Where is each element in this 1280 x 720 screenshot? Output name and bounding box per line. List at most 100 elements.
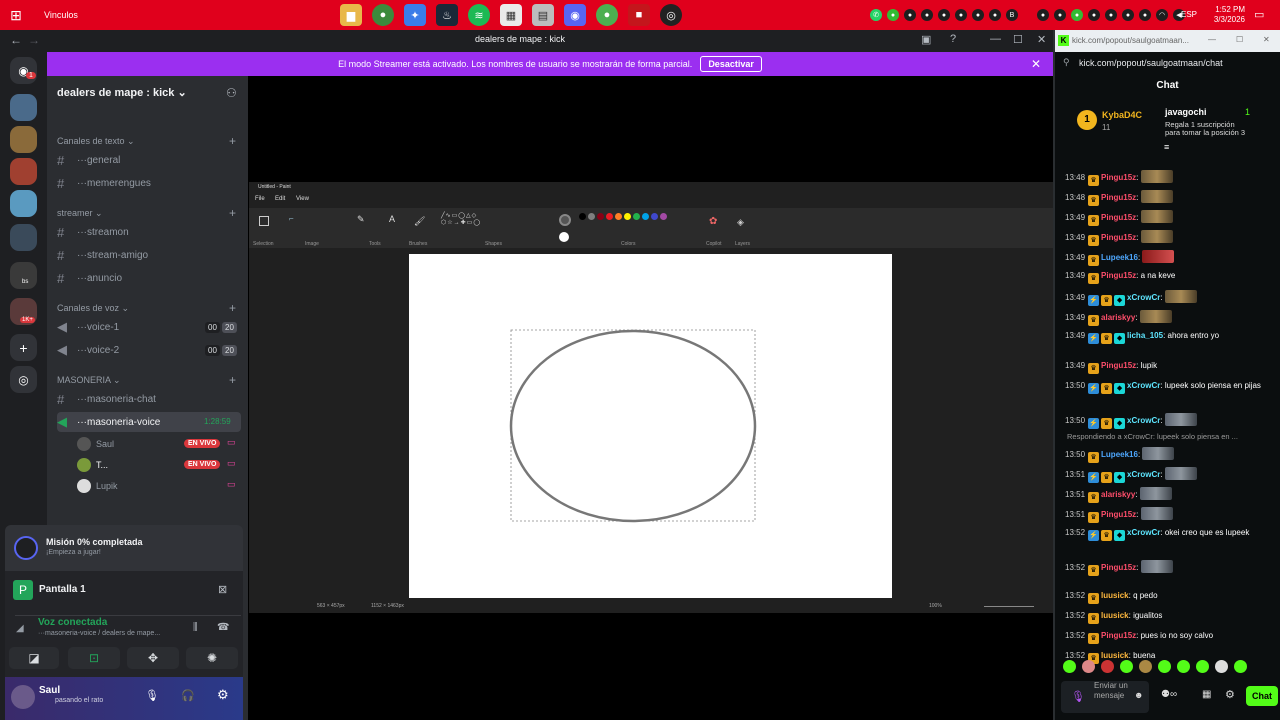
chat-message[interactable]: 13:49 ♛ Pingu15z: a na keve: [1065, 270, 1275, 284]
pencil-icon[interactable]: ✎: [357, 214, 365, 225]
message-username[interactable]: Pingu15z: [1101, 213, 1136, 222]
chat-message[interactable]: 13:49 ♛ Pingu15z:: [1065, 210, 1275, 226]
chat-message[interactable]: 13:49 ♛ Lupeek16:: [1065, 250, 1275, 266]
message-username[interactable]: Pingu15z: [1101, 510, 1136, 519]
app-red-icon[interactable]: ■: [628, 4, 650, 26]
chat-message[interactable]: 13:48 ♛ Pingu15z:: [1065, 190, 1275, 206]
chat-message[interactable]: 13:49 ⚡ ♛ ◆ xCrowCr:: [1065, 290, 1275, 306]
color-primary[interactable]: [559, 214, 571, 226]
channel-memerengues[interactable]: # ···memerengues: [57, 173, 241, 193]
add-channel-icon[interactable]: +: [229, 373, 236, 387]
voice-connected-label[interactable]: Voz conectada: [38, 617, 107, 628]
invite-icon[interactable]: ⚇: [226, 86, 237, 100]
message-username[interactable]: luusick: [1101, 651, 1129, 660]
paint-menu-file[interactable]: File: [255, 196, 265, 202]
emote-icon[interactable]: [1082, 660, 1095, 673]
calendar-icon[interactable]: ▦: [500, 4, 522, 26]
microphone-icon[interactable]: 🎙: [1071, 690, 1085, 703]
clock[interactable]: 1:52 PM 3/3/2026: [1201, 5, 1245, 25]
emote-icon[interactable]: [1158, 660, 1171, 673]
emoji-icon[interactable]: ☻: [1134, 690, 1143, 700]
message-username[interactable]: alariskyy: [1101, 313, 1135, 322]
chat-message[interactable]: 13:49 ♛ alariskyy:: [1065, 310, 1275, 326]
paint-canvas[interactable]: [409, 254, 892, 598]
mission-card[interactable]: Misión 0% completada ¡Empieza a jugar!: [5, 525, 243, 571]
spotify-icon[interactable]: ≋: [468, 4, 490, 26]
noise-icon[interactable]: ⫼: [193, 622, 198, 633]
emote-icon[interactable]: [1215, 660, 1228, 673]
screen-share-button[interactable]: ⊡: [68, 647, 120, 669]
message-username[interactable]: alariskyy: [1101, 490, 1135, 499]
copilot-icon[interactable]: ✿: [709, 216, 717, 227]
emote-icon[interactable]: [1139, 660, 1152, 673]
back-arrow-icon[interactable]: ←: [10, 33, 22, 47]
chrome-profile-icon[interactable]: ●: [596, 4, 618, 26]
activities-button[interactable]: ✥: [127, 647, 179, 669]
close-icon[interactable]: ✕: [1263, 35, 1270, 44]
voice-channel-path[interactable]: ···masoneria-voice / dealers de mape...: [38, 630, 160, 637]
chat-message[interactable]: 13:52 ♛ luusick: q pedo: [1065, 590, 1275, 604]
message-username[interactable]: Pingu15z: [1101, 233, 1136, 242]
message-username[interactable]: xCrowCr: [1127, 381, 1160, 390]
add-server-icon[interactable]: +: [10, 334, 37, 361]
tray-icon[interactable]: ●: [1105, 9, 1117, 21]
notification-icon[interactable]: ▭: [1254, 8, 1264, 21]
chat-message[interactable]: 13:51 ♛ alariskyy:: [1065, 487, 1275, 503]
voice-user[interactable]: T...: [77, 456, 108, 474]
windows-start-icon[interactable]: ⊞: [0, 0, 32, 30]
message-username[interactable]: licha_105: [1127, 331, 1163, 340]
channel-anuncio[interactable]: # ···anuncio: [57, 268, 241, 288]
chat-message[interactable]: 13:52 ♛ luusick: igualitos: [1065, 610, 1275, 624]
maximize-icon[interactable]: ☐: [1013, 33, 1023, 46]
tray-icon[interactable]: ●: [955, 9, 967, 21]
obs-icon[interactable]: ◎: [660, 4, 682, 26]
chat-message[interactable]: 13:49 ⚡ ♛ ◆ licha_105: ahora entro yo: [1065, 330, 1275, 344]
message-username[interactable]: xCrowCr: [1127, 528, 1160, 537]
chat-message[interactable]: 13:51 ⚡ ♛ ◆ xCrowCr:: [1065, 467, 1275, 483]
chat-message[interactable]: 13:49 ♛ Pingu15z: lupik: [1065, 360, 1275, 374]
voice-user[interactable]: Lupik: [77, 477, 118, 495]
chat-message[interactable]: 13:49 ♛ Pingu15z:: [1065, 230, 1275, 246]
server-icon[interactable]: [10, 126, 37, 153]
message-username[interactable]: xCrowCr: [1127, 293, 1160, 302]
help-icon[interactable]: ?: [950, 33, 956, 45]
category-text-channels[interactable]: Canales de texto ⌄: [57, 136, 135, 147]
chat-message[interactable]: 13:50 ⚡ ♛ ◆ xCrowCr: lupeek solo piensa en p…: [1065, 380, 1275, 394]
text-tool-icon[interactable]: A: [389, 214, 395, 224]
message-username[interactable]: Lupeek16: [1101, 450, 1138, 459]
paint-menu-edit[interactable]: Edit: [275, 196, 285, 202]
tray-icon[interactable]: ●: [972, 9, 984, 21]
wifi-icon[interactable]: ◠: [1156, 9, 1168, 21]
address-bar[interactable]: ⚲ kick.com/popout/saulgoatmaan/chat: [1055, 52, 1280, 74]
server-icon[interactable]: [10, 94, 37, 121]
stop-stream-icon[interactable]: ⊠: [218, 583, 227, 596]
avatar[interactable]: [11, 685, 35, 709]
emote-icon[interactable]: [1101, 660, 1114, 673]
add-channel-icon[interactable]: +: [229, 134, 236, 148]
voice-user[interactable]: Saul: [77, 435, 114, 453]
tray-icon[interactable]: ●: [887, 9, 899, 21]
discord-taskbar-icon[interactable]: ◉: [564, 4, 586, 26]
gift-icon[interactable]: ▦: [1202, 689, 1211, 700]
close-icon[interactable]: ✕: [1037, 33, 1046, 46]
select-icon[interactable]: [259, 216, 269, 226]
server-icon[interactable]: [10, 158, 37, 185]
maximize-icon[interactable]: ☐: [1236, 35, 1243, 44]
message-input[interactable]: 🎙 Enviar un mensaje ☻: [1061, 681, 1149, 713]
message-username[interactable]: Pingu15z: [1101, 361, 1136, 370]
category-voice[interactable]: Canales de voz ⌄: [57, 303, 129, 314]
chat-message[interactable]: 13:50 ♛ Lupeek16:: [1065, 447, 1275, 463]
message-username[interactable]: Pingu15z: [1101, 563, 1136, 572]
disable-streamer-button[interactable]: Desactivar: [700, 56, 762, 72]
copilot-icon[interactable]: ✦: [404, 4, 426, 26]
chat-message[interactable]: 13:52 ♛ Pingu15z:: [1065, 560, 1275, 576]
shapes-gallery[interactable]: ╱∿▭◯△◇ ⬡☆→✚▭◯: [441, 212, 481, 226]
direct-messages-icon[interactable]: ◉: [10, 57, 37, 84]
chat-users-icon[interactable]: ⚉∞: [1161, 689, 1177, 700]
send-chat-button[interactable]: Chat: [1246, 686, 1278, 706]
microphone-icon[interactable]: 🎙: [145, 689, 159, 702]
headphones-icon[interactable]: 🎧: [181, 689, 195, 702]
emote-icon[interactable]: [1234, 660, 1247, 673]
chat-message[interactable]: 13:51 ♛ Pingu15z:: [1065, 507, 1275, 523]
chat-settings-icon[interactable]: ⚙: [1225, 688, 1235, 701]
